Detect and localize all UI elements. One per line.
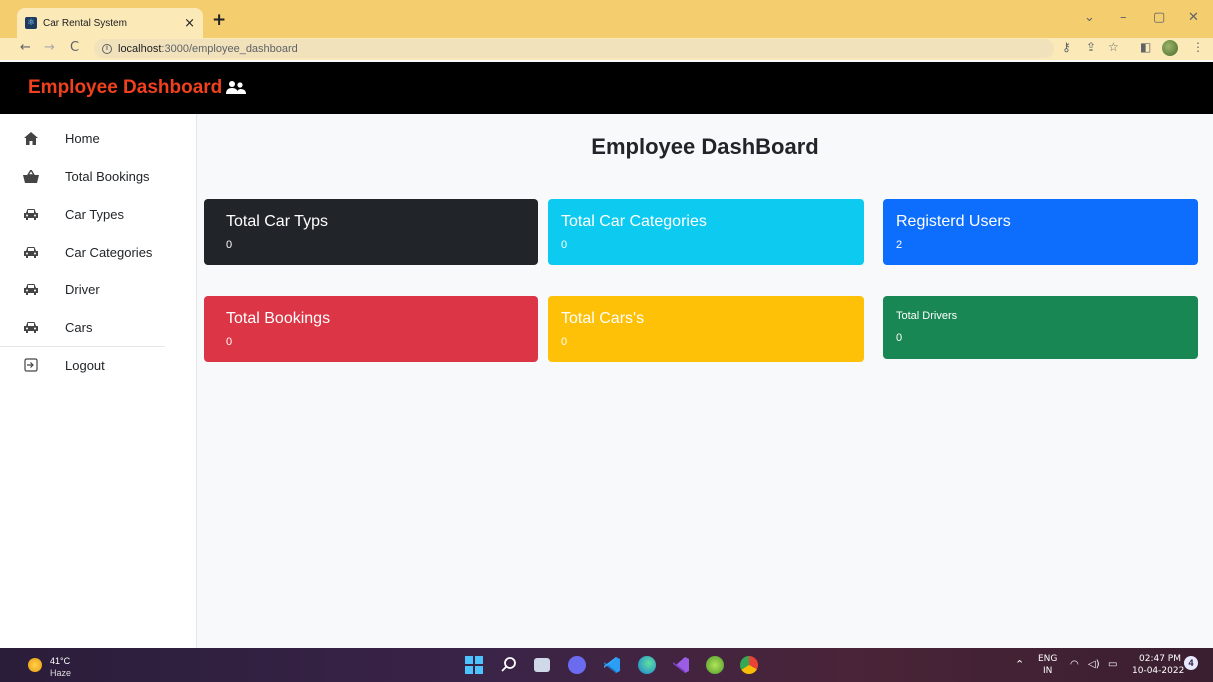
sidebar-item-label: Total Bookings xyxy=(65,168,150,184)
key-icon[interactable]: ⚷ xyxy=(1062,40,1071,54)
star-icon[interactable]: ☆ xyxy=(1108,40,1119,54)
sidebar-item-logout[interactable]: Logout xyxy=(0,347,165,383)
battery-icon[interactable]: ▭ xyxy=(1108,659,1117,670)
minimize-icon[interactable]: – xyxy=(1120,10,1127,25)
language-indicator[interactable]: ENG xyxy=(1038,654,1057,664)
weather-temperature: 41°C xyxy=(50,656,71,666)
browser-tab[interactable]: ⚛ Car Rental System × xyxy=(17,8,203,38)
region-indicator: IN xyxy=(1043,666,1053,676)
page-title: Employee DashBoard xyxy=(591,134,819,159)
sidebar: Home Total Bookings Car Types Car Catego… xyxy=(0,114,197,648)
card-title: Registerd Users xyxy=(896,213,1011,230)
card-title: Total Bookings xyxy=(226,310,331,327)
car-icon xyxy=(23,244,39,260)
close-window-icon[interactable]: ✕ xyxy=(1188,10,1199,25)
task-view-icon[interactable] xyxy=(534,658,550,672)
notification-badge[interactable]: 4 xyxy=(1184,656,1198,670)
card-total-cars[interactable]: Total Cars's 0 xyxy=(548,296,864,362)
card-title: Total Car Categories xyxy=(561,213,707,230)
sidebar-item-label: Car Types xyxy=(65,206,125,222)
home-icon xyxy=(23,130,39,146)
sidebar-item-car-types[interactable]: Car Types xyxy=(0,196,165,232)
menu-icon[interactable]: ⋮ xyxy=(1192,40,1204,54)
card-value: 2 xyxy=(896,239,903,251)
sidebar-item-label: Logout xyxy=(65,357,105,373)
restore-icon[interactable]: ▢ xyxy=(1153,10,1165,25)
new-tab-button[interactable]: + xyxy=(212,10,226,30)
edge-icon[interactable] xyxy=(638,656,656,674)
sidebar-item-car-categories[interactable]: Car Categories xyxy=(0,234,165,270)
card-title: Total Drivers xyxy=(896,310,958,322)
tab-title: Car Rental System xyxy=(43,17,127,29)
reload-icon[interactable]: C xyxy=(70,40,79,55)
sidebar-item-label: Car Categories xyxy=(65,244,153,260)
card-value: 0 xyxy=(226,239,233,251)
vscode-icon[interactable] xyxy=(603,656,621,674)
android-studio-icon[interactable] xyxy=(706,656,724,674)
volume-icon[interactable]: ◁) xyxy=(1088,659,1100,670)
tab-search-icon[interactable]: ⌄ xyxy=(1084,10,1095,25)
card-total-drivers[interactable]: Total Drivers 0 xyxy=(883,296,1198,359)
chrome-icon[interactable] xyxy=(740,656,758,674)
sidebar-item-label: Home xyxy=(65,130,100,146)
weather-description: Haze xyxy=(50,668,72,678)
wifi-icon[interactable]: ◠ xyxy=(1070,659,1079,670)
visual-studio-icon[interactable] xyxy=(672,656,690,674)
address-bar-row: ← → C i localhost:3000/employee_dashboar… xyxy=(0,38,1213,60)
sidebar-item-total-bookings[interactable]: Total Bookings xyxy=(0,158,165,194)
taskbar: 41°C Haze ⌃ ENG IN ◠ ◁) ▭ 02:47 PM 10-04… xyxy=(0,648,1213,682)
card-value: 0 xyxy=(561,336,568,348)
sidebar-item-driver[interactable]: Driver xyxy=(0,271,165,307)
profile-avatar[interactable] xyxy=(1162,40,1178,56)
logout-icon xyxy=(23,357,39,373)
browser-tab-bar: ⚛ Car Rental System × + ⌄ – ▢ ✕ xyxy=(0,0,1213,38)
card-total-bookings[interactable]: Total Bookings 0 xyxy=(204,296,538,362)
app-header: Employee Dashboard xyxy=(0,62,1213,114)
card-value: 0 xyxy=(226,336,233,348)
card-value: 0 xyxy=(896,332,903,344)
card-total-car-categories[interactable]: Total Car Categories 0 xyxy=(548,199,864,265)
sidebar-item-label: Driver xyxy=(65,281,100,297)
card-title: Total Car Typs xyxy=(226,213,328,230)
share-icon[interactable]: ⇪ xyxy=(1086,40,1096,54)
chevron-up-icon[interactable]: ⌃ xyxy=(1015,658,1024,671)
chat-icon[interactable] xyxy=(568,656,586,674)
car-icon xyxy=(23,281,39,297)
forward-icon[interactable]: → xyxy=(44,40,55,55)
clock-date[interactable]: 10-04-2022 xyxy=(1132,666,1184,676)
url-text: localhost:3000/employee_dashboard xyxy=(118,42,298,55)
brand-title[interactable]: Employee Dashboard xyxy=(28,77,222,99)
search-icon[interactable] xyxy=(500,656,518,674)
react-icon: ⚛ xyxy=(25,17,37,29)
card-registered-users[interactable]: Registerd Users 2 xyxy=(883,199,1198,265)
clock-time[interactable]: 02:47 PM xyxy=(1139,654,1181,664)
close-tab-icon[interactable]: × xyxy=(184,16,195,31)
card-total-car-types[interactable]: Total Car Typs 0 xyxy=(204,199,538,265)
basket-icon xyxy=(23,168,39,184)
users-icon xyxy=(226,80,247,96)
car-icon xyxy=(23,206,39,222)
weather-icon[interactable] xyxy=(28,658,42,672)
car-icon xyxy=(23,319,39,335)
url-field[interactable]: i localhost:3000/employee_dashboard xyxy=(94,39,1054,58)
sidebar-item-home[interactable]: Home xyxy=(0,120,165,156)
sidebar-item-label: Cars xyxy=(65,319,93,335)
info-icon[interactable]: i xyxy=(102,43,112,54)
back-icon[interactable]: ← xyxy=(20,40,31,55)
side-panel-icon[interactable]: ◧ xyxy=(1140,40,1151,54)
sidebar-item-cars[interactable]: Cars xyxy=(0,309,165,345)
card-title: Total Cars's xyxy=(561,310,645,327)
card-value: 0 xyxy=(561,239,568,251)
start-icon[interactable] xyxy=(465,656,483,674)
